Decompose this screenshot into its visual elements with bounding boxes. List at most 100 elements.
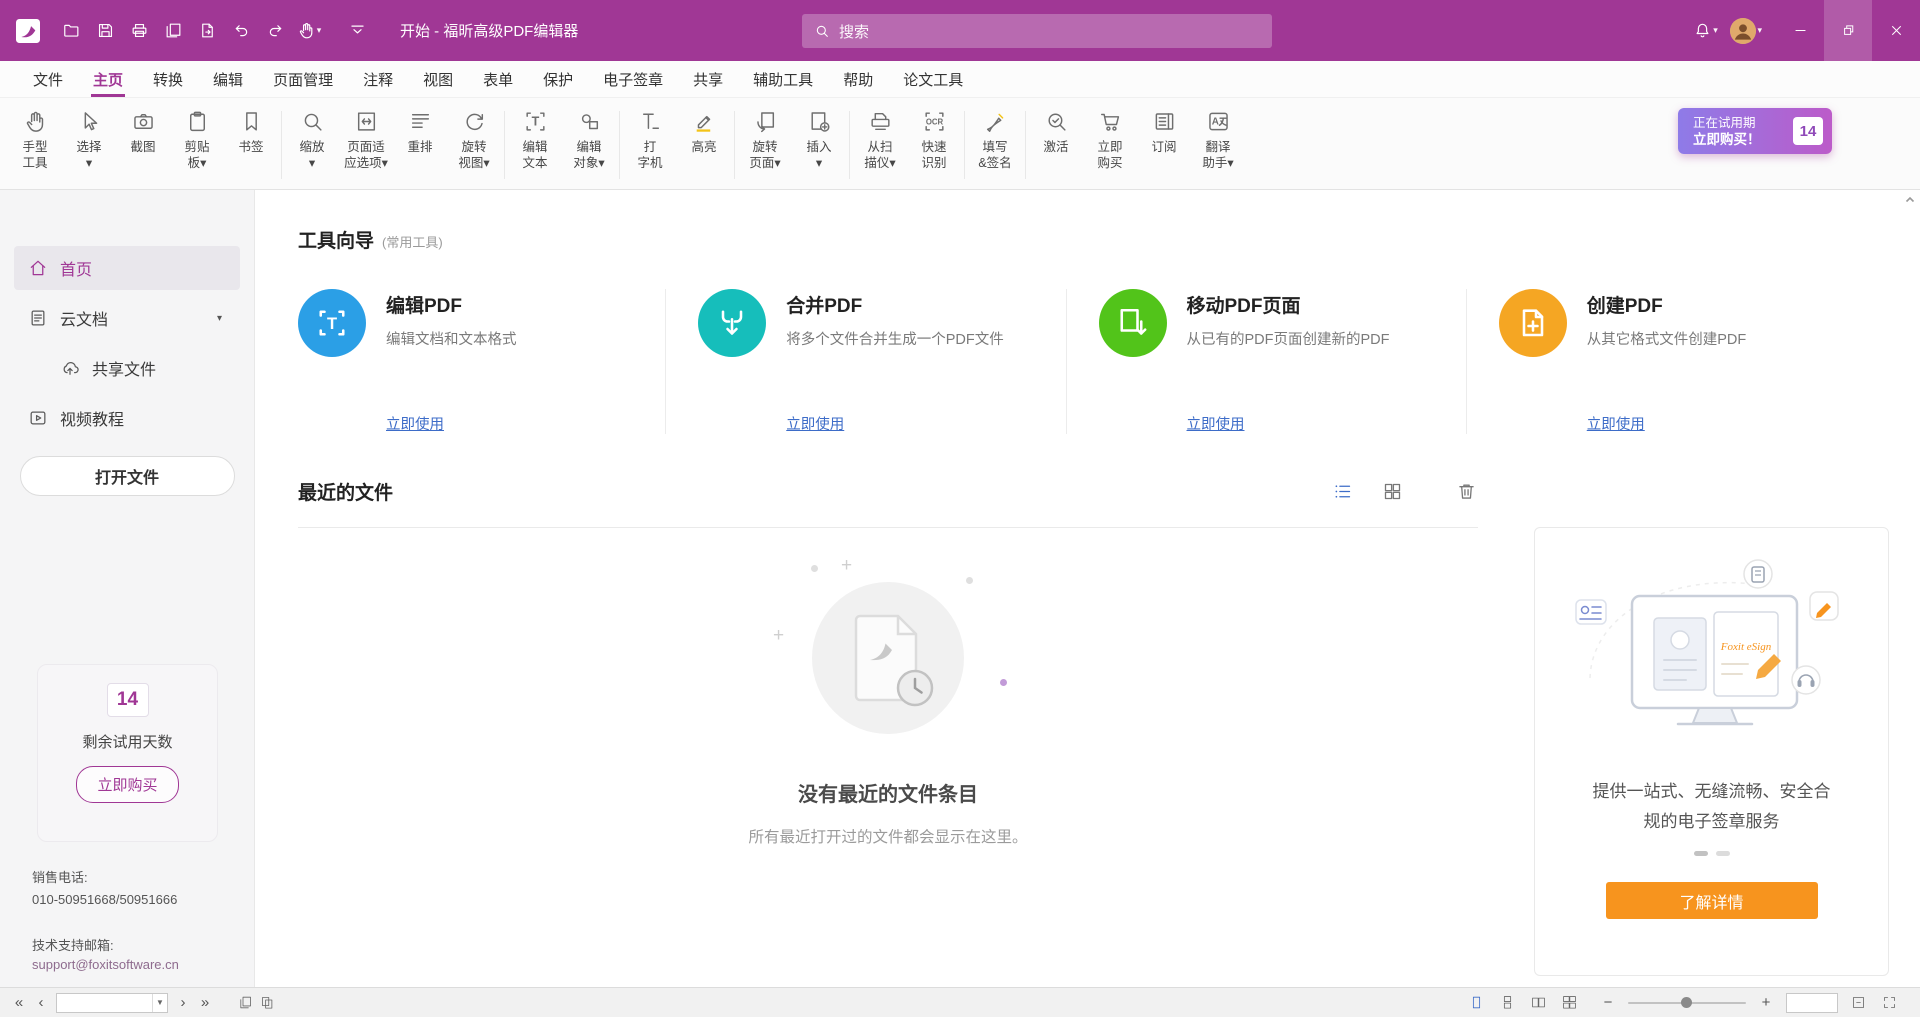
zoom-slider[interactable] (1628, 1002, 1746, 1004)
ribbon-snapshot[interactable]: 截图 (116, 103, 170, 155)
promo-carousel-dots[interactable] (1694, 851, 1730, 856)
menu-view[interactable]: 视图 (408, 61, 468, 97)
card-move-pdf-pages[interactable]: 移动PDF页面 从已有的PDF页面创建新的PDF 立即使用 (1066, 289, 1466, 434)
menu-paper-tools[interactable]: 论文工具 (888, 61, 978, 97)
menu-form[interactable]: 表单 (468, 61, 528, 97)
edit-pdf-icon: T (298, 289, 366, 357)
open-file-button[interactable]: 打开文件 (20, 456, 235, 496)
restore-button[interactable] (1824, 0, 1872, 61)
ribbon-zoom[interactable]: 缩放 ▾ (285, 103, 339, 171)
fit-page-icon[interactable] (1847, 992, 1869, 1014)
trial-period-banner[interactable]: 正在试用期 立即购买！ 14 (1678, 108, 1832, 154)
menu-page-management[interactable]: 页面管理 (258, 61, 348, 97)
ribbon-rotate-pages[interactable]: 旋转 页面▾ (738, 103, 792, 171)
menu-edit[interactable]: 编辑 (198, 61, 258, 97)
buy-now-button[interactable]: 立即购买 (76, 766, 178, 803)
account-menu[interactable]: ▾ (1730, 18, 1762, 44)
ribbon-from-scanner[interactable]: 从扫 描仪▾ (853, 103, 907, 171)
ribbon-buy-now[interactable]: 立即 购买 (1083, 103, 1137, 171)
learn-more-button[interactable]: 了解详情 (1606, 882, 1818, 919)
scrollbar-up-icon[interactable] (1903, 193, 1917, 207)
zoom-slider-thumb[interactable] (1681, 997, 1692, 1008)
use-now-link[interactable]: 立即使用 (386, 413, 444, 434)
ribbon-fill-sign[interactable]: 填写 &签名 (968, 103, 1022, 171)
customize-toolbar-icon[interactable] (340, 14, 374, 48)
sidebar-item-shared-files[interactable]: 共享文件 (14, 346, 240, 390)
sidebar-item-home[interactable]: 首页 (14, 246, 240, 290)
minimize-button[interactable] (1776, 0, 1824, 61)
save-icon[interactable] (88, 14, 122, 48)
carousel-dot[interactable] (1716, 851, 1730, 856)
fullscreen-icon[interactable] (1878, 992, 1900, 1014)
page-number-input[interactable] (57, 996, 152, 1010)
ribbon-hand-tool[interactable]: 手型 工具 (8, 103, 62, 171)
clear-recent-trash-icon[interactable] (1454, 480, 1478, 504)
chevron-down-icon[interactable]: ▼ (152, 994, 167, 1012)
menu-help[interactable]: 帮助 (828, 61, 888, 97)
use-now-link[interactable]: 立即使用 (1187, 413, 1245, 434)
continuous-facing-view-icon[interactable] (1558, 992, 1580, 1014)
chevron-down-icon[interactable]: ▾ (217, 313, 222, 324)
ribbon-edit-text[interactable]: T 编辑 文本 (508, 103, 562, 171)
carousel-dot[interactable] (1694, 851, 1708, 856)
zoom-percentage-box[interactable] (1786, 993, 1838, 1013)
grid-view-icon[interactable] (1380, 480, 1404, 504)
promo-text-line2: 规的电子签章服务 (1593, 807, 1831, 837)
menu-esign[interactable]: 电子签章 (588, 61, 678, 97)
menu-convert[interactable]: 转换 (138, 61, 198, 97)
undo-icon[interactable] (224, 14, 258, 48)
card-create-pdf[interactable]: 创建PDF 从其它格式文件创建PDF 立即使用 (1466, 289, 1866, 434)
single-page-view-icon[interactable] (1465, 992, 1487, 1014)
ribbon-typewriter[interactable]: 打 字机 (623, 103, 677, 171)
ribbon-bookmark[interactable]: 书签 (224, 103, 278, 155)
list-view-icon[interactable] (1330, 480, 1354, 504)
open-file-icon[interactable] (54, 14, 88, 48)
first-page-icon[interactable]: « (8, 995, 30, 1010)
ribbon-subscribe[interactable]: 订阅 (1137, 103, 1191, 155)
ribbon-edit-object[interactable]: 编辑 对象▾ (562, 103, 616, 171)
ribbon-reflow[interactable]: 重排 (393, 103, 447, 155)
ribbon-rotate-view[interactable]: 旋转 视图▾ (447, 103, 501, 171)
menu-file[interactable]: 文件 (18, 61, 78, 97)
ribbon-clipboard[interactable]: 剪贴 板▾ (170, 103, 224, 171)
ribbon-activate[interactable]: 激活 (1029, 103, 1083, 155)
ribbon-insert[interactable]: 插入 ▾ (792, 103, 846, 171)
next-page-icon[interactable]: › (172, 995, 194, 1010)
global-search-input[interactable]: 搜索 (802, 14, 1272, 48)
menu-comment[interactable]: 注释 (348, 61, 408, 97)
ribbon-translate-assistant[interactable]: A 翻译 助手▾ (1191, 103, 1245, 171)
redo-icon[interactable] (258, 14, 292, 48)
zoom-percentage-input[interactable] (1787, 996, 1837, 1010)
doc-stack-icon[interactable] (256, 992, 278, 1014)
card-merge-pdf[interactable]: 合并PDF 将多个文件合并生成一个PDF文件 立即使用 (665, 289, 1065, 434)
export-share-icon[interactable] (190, 14, 224, 48)
page-number-box[interactable]: ▼ (56, 993, 168, 1013)
print-icon[interactable] (122, 14, 156, 48)
card-edit-pdf[interactable]: T 编辑PDF 编辑文档和文本格式 立即使用 (298, 289, 665, 434)
menu-home[interactable]: 主页 (78, 61, 138, 97)
zoom-out-icon[interactable]: − (1597, 995, 1619, 1010)
tool-cards: T 编辑PDF 编辑文档和文本格式 立即使用 (298, 289, 1866, 434)
doc-copy-icon[interactable] (234, 992, 256, 1014)
close-button[interactable] (1872, 0, 1920, 61)
use-now-link[interactable]: 立即使用 (1587, 413, 1645, 434)
facing-view-icon[interactable] (1527, 992, 1549, 1014)
continuous-view-icon[interactable] (1496, 992, 1518, 1014)
use-now-link[interactable]: 立即使用 (786, 413, 844, 434)
menu-share[interactable]: 共享 (678, 61, 738, 97)
menu-protect[interactable]: 保护 (528, 61, 588, 97)
previous-page-icon[interactable]: ‹ (30, 995, 52, 1010)
ribbon-quick-ocr[interactable]: OCR 快速 识别 (907, 103, 961, 171)
zoom-in-icon[interactable]: + (1755, 995, 1777, 1010)
sidebar-item-video-tutorials[interactable]: 视频教程 (14, 396, 240, 440)
menu-accessibility[interactable]: 辅助工具 (738, 61, 828, 97)
copy-pages-icon[interactable] (156, 14, 190, 48)
ribbon-highlight[interactable]: 高亮 (677, 103, 731, 155)
ribbon-select[interactable]: 选择 ▾ (62, 103, 116, 171)
support-email-address[interactable]: support@foxitsoftware.cn (32, 956, 179, 973)
ribbon-fit-options[interactable]: 页面适 应选项▾ (339, 103, 393, 171)
sidebar-item-cloud-docs[interactable]: 云文档 ▾ (14, 296, 240, 340)
notifications-bell-icon[interactable]: ▾ (1688, 14, 1722, 48)
hand-tool-quick-icon[interactable]: ▾ (292, 14, 326, 48)
last-page-icon[interactable]: » (194, 995, 216, 1010)
